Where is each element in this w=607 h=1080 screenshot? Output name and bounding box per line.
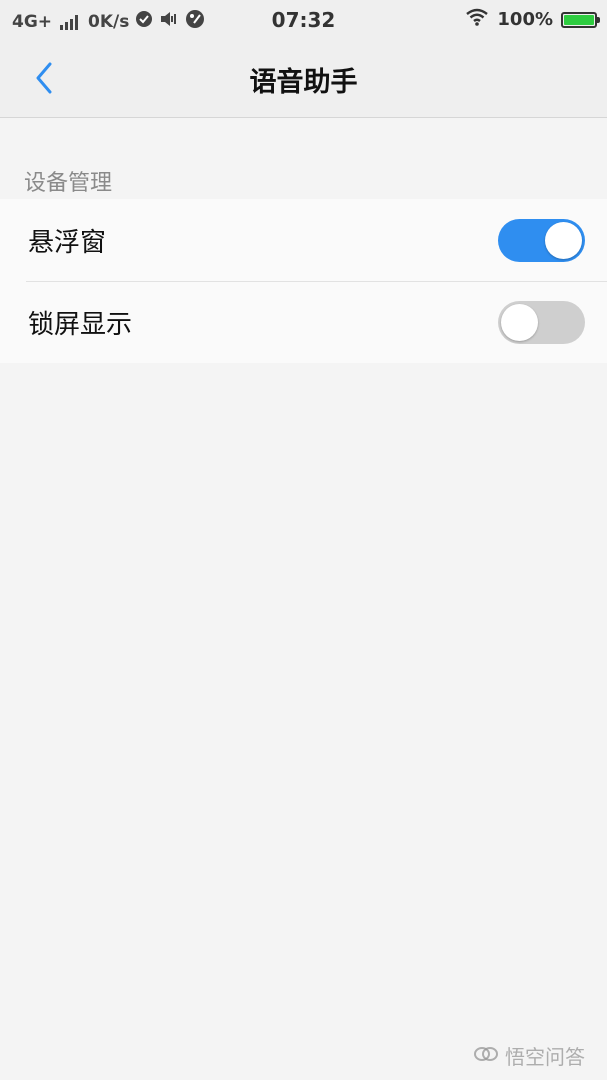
watermark-text: 悟空问答 xyxy=(505,1045,585,1069)
lockscreen-display-toggle[interactable] xyxy=(498,300,585,344)
status-right: 100% xyxy=(465,8,600,31)
settings-row-floating-window[interactable]: 悬浮窗 xyxy=(0,199,607,281)
settings-row-lockscreen-display[interactable]: 锁屏显示 xyxy=(0,281,607,363)
nav-bar: 语音助手 xyxy=(0,40,607,118)
status-bar: 4G+ 0K/s 07:32 100% xyxy=(0,0,607,40)
battery-fill xyxy=(564,14,594,25)
toggle-knob xyxy=(501,303,538,341)
battery-icon xyxy=(561,11,600,28)
toggle-knob xyxy=(545,221,582,259)
page-title: 语音助手 xyxy=(249,67,358,98)
floating-window-toggle[interactable] xyxy=(498,218,585,262)
wifi-icon xyxy=(465,8,489,31)
section-header: 设备管理 xyxy=(24,171,113,196)
row-label: 悬浮窗 xyxy=(28,227,107,258)
settings-list: 悬浮窗 锁屏显示 xyxy=(0,199,607,363)
watermark-icon xyxy=(473,1044,499,1068)
row-label: 锁屏显示 xyxy=(28,309,133,340)
battery-percent: 100% xyxy=(497,9,553,30)
watermark: 悟空问答 xyxy=(473,1041,585,1070)
